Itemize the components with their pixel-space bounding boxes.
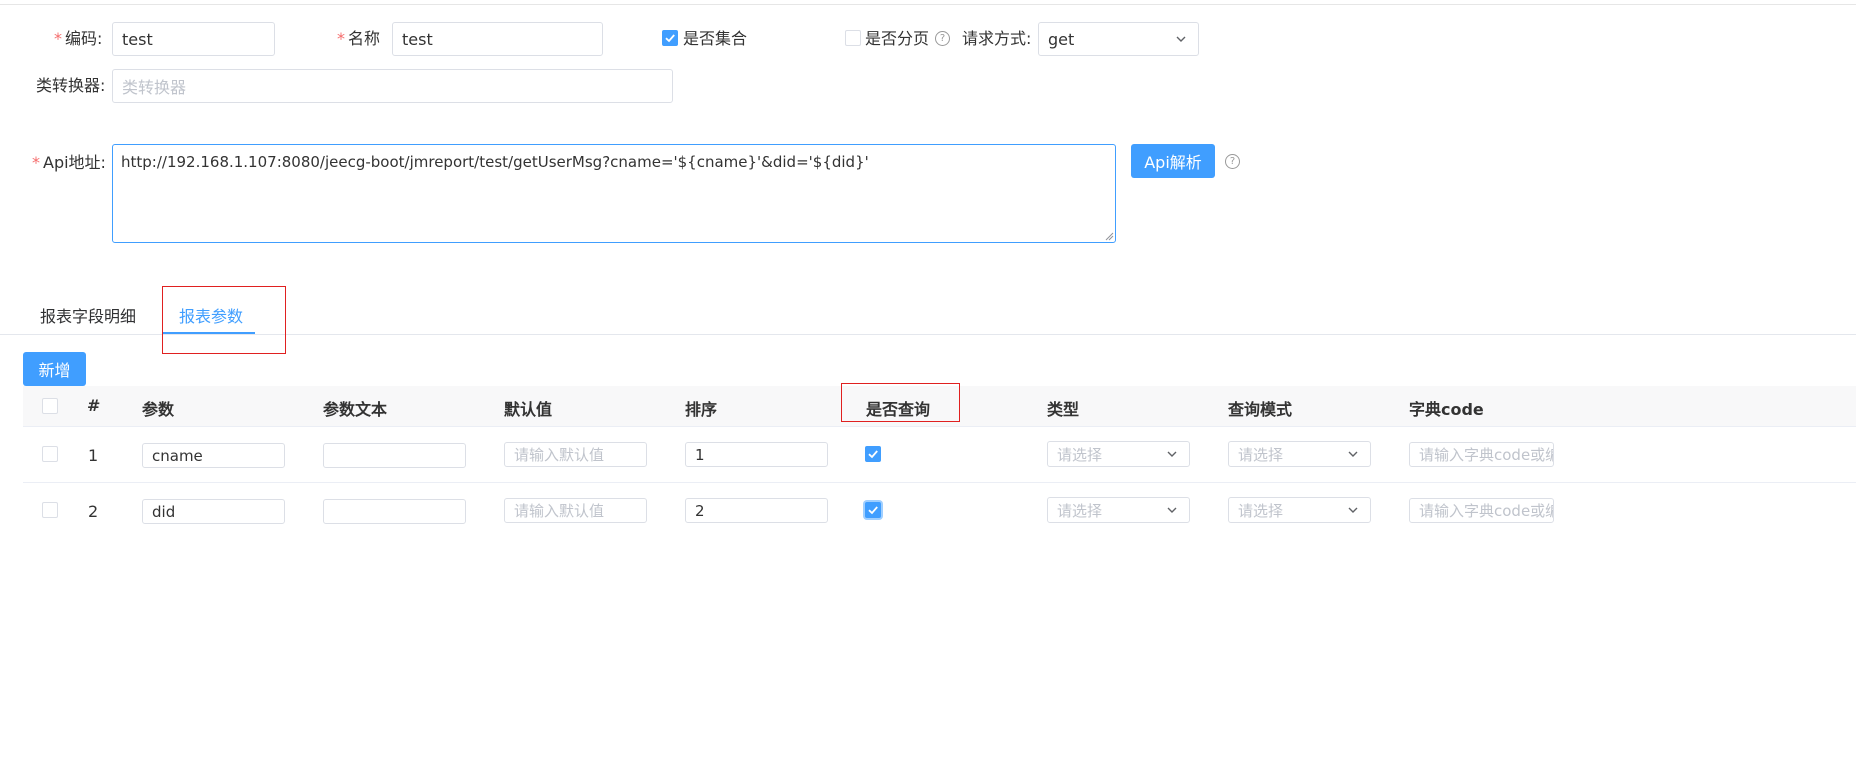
paging-help-icon[interactable]: ? [935, 31, 950, 46]
api-label-text: Api地址: [43, 153, 106, 172]
tab-report-fields[interactable]: 报表字段明细 [40, 307, 136, 327]
required-mark: * [54, 29, 62, 48]
api-url-textarea[interactable]: http://192.168.1.107:8080/jeecg-boot/jmr… [112, 144, 1116, 243]
col-order: 排序 [685, 400, 718, 419]
col-param-text: 参数文本 [323, 400, 388, 419]
type-select[interactable]: 请选择 [1047, 441, 1190, 467]
is-collection-checkbox[interactable] [662, 30, 678, 46]
param-input[interactable]: did [142, 499, 285, 524]
check-icon [665, 34, 675, 43]
is-paging-checkbox[interactable] [845, 30, 861, 46]
highlight-box-query-col [841, 383, 960, 422]
chevron-down-icon [1348, 507, 1358, 513]
api-label: * Api地址: [32, 153, 106, 173]
dict-code-input[interactable]: 请输入字典code或编码 [1409, 442, 1554, 467]
mode-placeholder: 请选择 [1238, 501, 1284, 520]
type-placeholder: 请选择 [1057, 445, 1103, 464]
request-method-value: get [1048, 29, 1075, 49]
converter-label: 类转换器: [36, 76, 106, 95]
query-mode-select[interactable]: 请选择 [1228, 497, 1371, 523]
is-paging-label: 是否分页 [865, 29, 930, 48]
chevron-down-icon [1167, 451, 1177, 457]
type-placeholder: 请选择 [1057, 501, 1103, 520]
code-label: * 编码: [54, 29, 102, 49]
col-query-mode: 查询模式 [1228, 400, 1293, 419]
param-text-input[interactable] [323, 499, 466, 524]
converter-input[interactable]: 类转换器 [112, 69, 673, 103]
code-input[interactable]: test [112, 22, 275, 56]
required-mark: * [32, 153, 40, 172]
dict-code-input[interactable]: 请输入字典code或编码 [1409, 498, 1554, 523]
order-input[interactable]: 1 [685, 442, 828, 467]
api-help-icon[interactable]: ? [1225, 154, 1240, 169]
param-text-input[interactable] [323, 443, 466, 468]
mode-placeholder: 请选择 [1238, 445, 1284, 464]
chevron-down-icon [1176, 36, 1186, 42]
row-checkbox[interactable] [42, 446, 58, 462]
col-param: 参数 [142, 400, 175, 419]
resize-handle-icon[interactable] [1104, 231, 1114, 241]
name-label: * 名称 [337, 29, 380, 49]
order-input[interactable]: 2 [685, 498, 828, 523]
col-dict-code: 字典code [1409, 400, 1484, 419]
row-divider [23, 482, 1856, 483]
type-select[interactable]: 请选择 [1047, 497, 1190, 523]
is-query-checkbox[interactable] [865, 502, 881, 518]
row-index: 2 [88, 502, 99, 521]
required-mark: * [337, 29, 345, 48]
col-default: 默认值 [504, 400, 553, 419]
check-icon [868, 450, 878, 459]
row-divider [23, 426, 1856, 427]
name-input[interactable]: test [392, 22, 603, 56]
default-value-input[interactable]: 请输入默认值 [504, 442, 647, 467]
select-all-checkbox[interactable] [42, 398, 58, 414]
top-divider [0, 4, 1856, 5]
chevron-down-icon [1348, 451, 1358, 457]
name-label-text: 名称 [348, 29, 381, 48]
code-label-text: 编码: [65, 29, 103, 48]
col-type: 类型 [1047, 400, 1080, 419]
default-value-input[interactable]: 请输入默认值 [504, 498, 647, 523]
request-method-label: 请求方式: [962, 29, 1032, 48]
param-input[interactable]: cname [142, 443, 285, 468]
is-query-checkbox[interactable] [865, 446, 881, 462]
is-collection-label: 是否集合 [683, 29, 748, 48]
check-icon [868, 506, 878, 515]
highlight-box-tab [162, 286, 286, 354]
api-parse-button[interactable]: Api解析 [1131, 144, 1215, 178]
row-index: 1 [88, 446, 99, 465]
row-checkbox[interactable] [42, 502, 58, 518]
col-index: # [87, 396, 101, 415]
chevron-down-icon [1167, 507, 1177, 513]
query-mode-select[interactable]: 请选择 [1228, 441, 1371, 467]
add-button[interactable]: 新增 [23, 352, 86, 386]
request-method-select[interactable]: get [1038, 22, 1199, 56]
